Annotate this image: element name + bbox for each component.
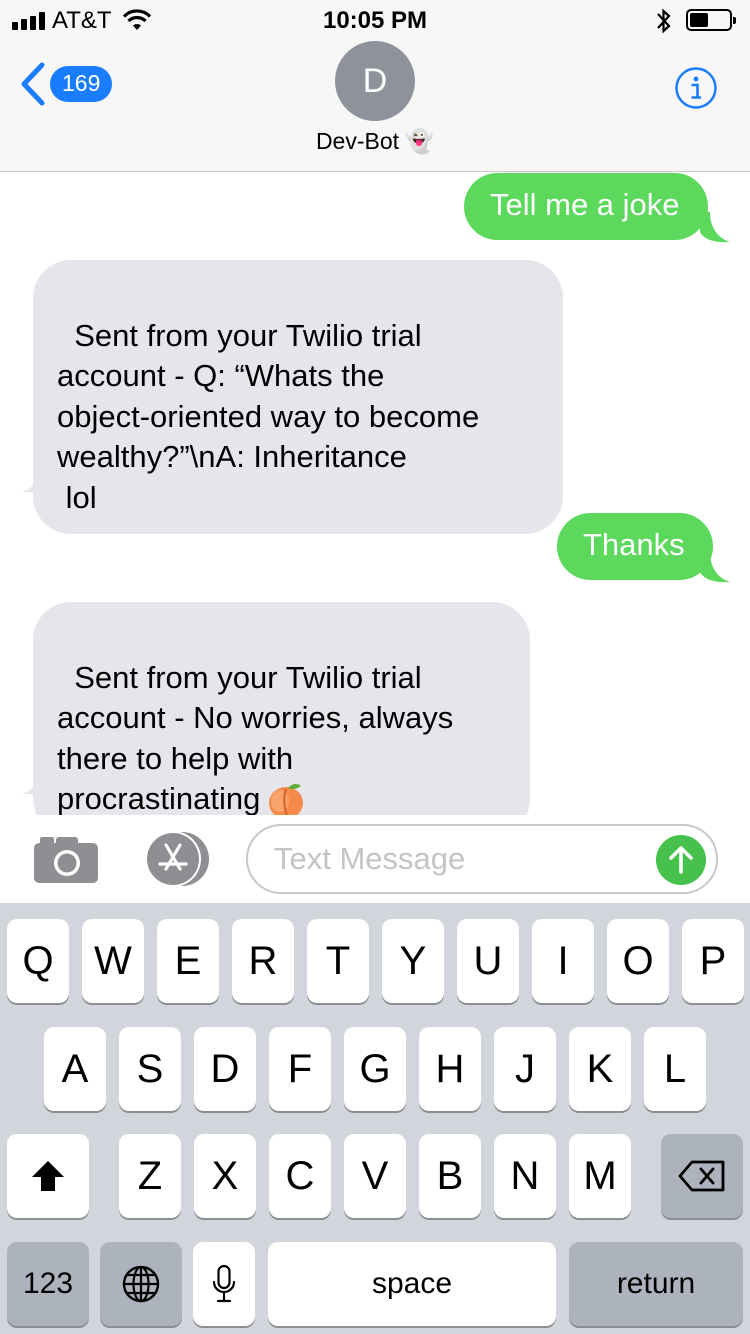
message-text: Sent from your Twilio trial account - Q:… xyxy=(57,317,480,515)
message-text: Thanks xyxy=(583,527,685,562)
message-bubble-incoming[interactable]: Sent from your Twilio trial account - No… xyxy=(33,602,530,837)
key-z[interactable]: Z xyxy=(119,1134,181,1218)
key-k[interactable]: K xyxy=(569,1027,631,1111)
key-q[interactable]: Q xyxy=(7,919,69,1003)
globe-icon xyxy=(122,1265,160,1303)
key-m[interactable]: M xyxy=(569,1134,631,1218)
message-bubble-outgoing[interactable]: Tell me a joke xyxy=(464,173,708,240)
bubble-tail xyxy=(22,764,52,795)
app-store-icon[interactable] xyxy=(140,831,212,887)
shift-key[interactable] xyxy=(7,1134,89,1218)
bubble-tail xyxy=(22,462,52,493)
send-button[interactable] xyxy=(656,835,706,885)
key-a[interactable]: A xyxy=(44,1027,106,1111)
key-x[interactable]: X xyxy=(194,1134,256,1218)
key-b[interactable]: B xyxy=(419,1134,481,1218)
dictation-key[interactable] xyxy=(193,1242,255,1326)
key-n[interactable]: N xyxy=(494,1134,556,1218)
key-j[interactable]: J xyxy=(494,1027,556,1111)
contact-avatar[interactable]: D xyxy=(335,41,415,121)
text-message-field[interactable] xyxy=(246,824,718,894)
backspace-icon xyxy=(678,1160,725,1192)
back-button[interactable]: 169 xyxy=(20,62,113,106)
return-key[interactable]: return xyxy=(569,1242,743,1326)
battery-icon xyxy=(686,9,736,31)
message-bubble-outgoing[interactable]: Thanks xyxy=(557,513,713,580)
keyboard: Q W E R T Y U I O P A S D F G H J K L Z … xyxy=(0,903,750,1334)
key-y[interactable]: Y xyxy=(382,919,444,1003)
key-h[interactable]: H xyxy=(419,1027,481,1111)
contact-name[interactable]: Dev-Bot 👻 xyxy=(0,128,750,155)
camera-icon[interactable] xyxy=(34,835,100,883)
key-u[interactable]: U xyxy=(457,919,519,1003)
status-bar: AT&T 10:05 PM xyxy=(0,0,750,40)
message-text: Sent from your Twilio trial account - No… xyxy=(57,659,454,817)
arrow-up-icon xyxy=(669,846,693,874)
globe-key[interactable] xyxy=(100,1242,182,1326)
status-time: 10:05 PM xyxy=(322,7,428,34)
unread-count-badge: 169 xyxy=(50,66,113,102)
key-c[interactable]: C xyxy=(269,1134,331,1218)
key-o[interactable]: O xyxy=(607,919,669,1003)
key-g[interactable]: G xyxy=(344,1027,406,1111)
message-text: Tell me a joke xyxy=(490,187,680,222)
bubble-tail xyxy=(700,552,730,583)
key-d[interactable]: D xyxy=(194,1027,256,1111)
shift-icon xyxy=(32,1161,64,1191)
key-w[interactable]: W xyxy=(82,919,144,1003)
microphone-icon xyxy=(212,1264,236,1303)
key-i[interactable]: I xyxy=(532,919,594,1003)
key-s[interactable]: S xyxy=(119,1027,181,1111)
key-e[interactable]: E xyxy=(157,919,219,1003)
key-r[interactable]: R xyxy=(232,919,294,1003)
space-key[interactable]: space xyxy=(268,1242,556,1326)
chevron-left-icon xyxy=(21,62,45,106)
bubble-tail xyxy=(700,212,730,243)
numbers-key[interactable]: 123 xyxy=(7,1242,89,1326)
message-bubble-incoming[interactable]: Sent from your Twilio trial account - Q:… xyxy=(33,260,563,534)
avatar-initial: D xyxy=(362,61,388,100)
key-v[interactable]: V xyxy=(344,1134,406,1218)
bluetooth-icon xyxy=(657,8,671,34)
key-t[interactable]: T xyxy=(307,919,369,1003)
text-message-input[interactable] xyxy=(274,840,654,878)
message-input-bar xyxy=(0,815,750,903)
delete-key[interactable] xyxy=(661,1134,743,1218)
key-l[interactable]: L xyxy=(644,1027,706,1111)
key-p[interactable]: P xyxy=(682,919,744,1003)
info-icon[interactable] xyxy=(674,66,718,110)
key-f[interactable]: F xyxy=(269,1027,331,1111)
